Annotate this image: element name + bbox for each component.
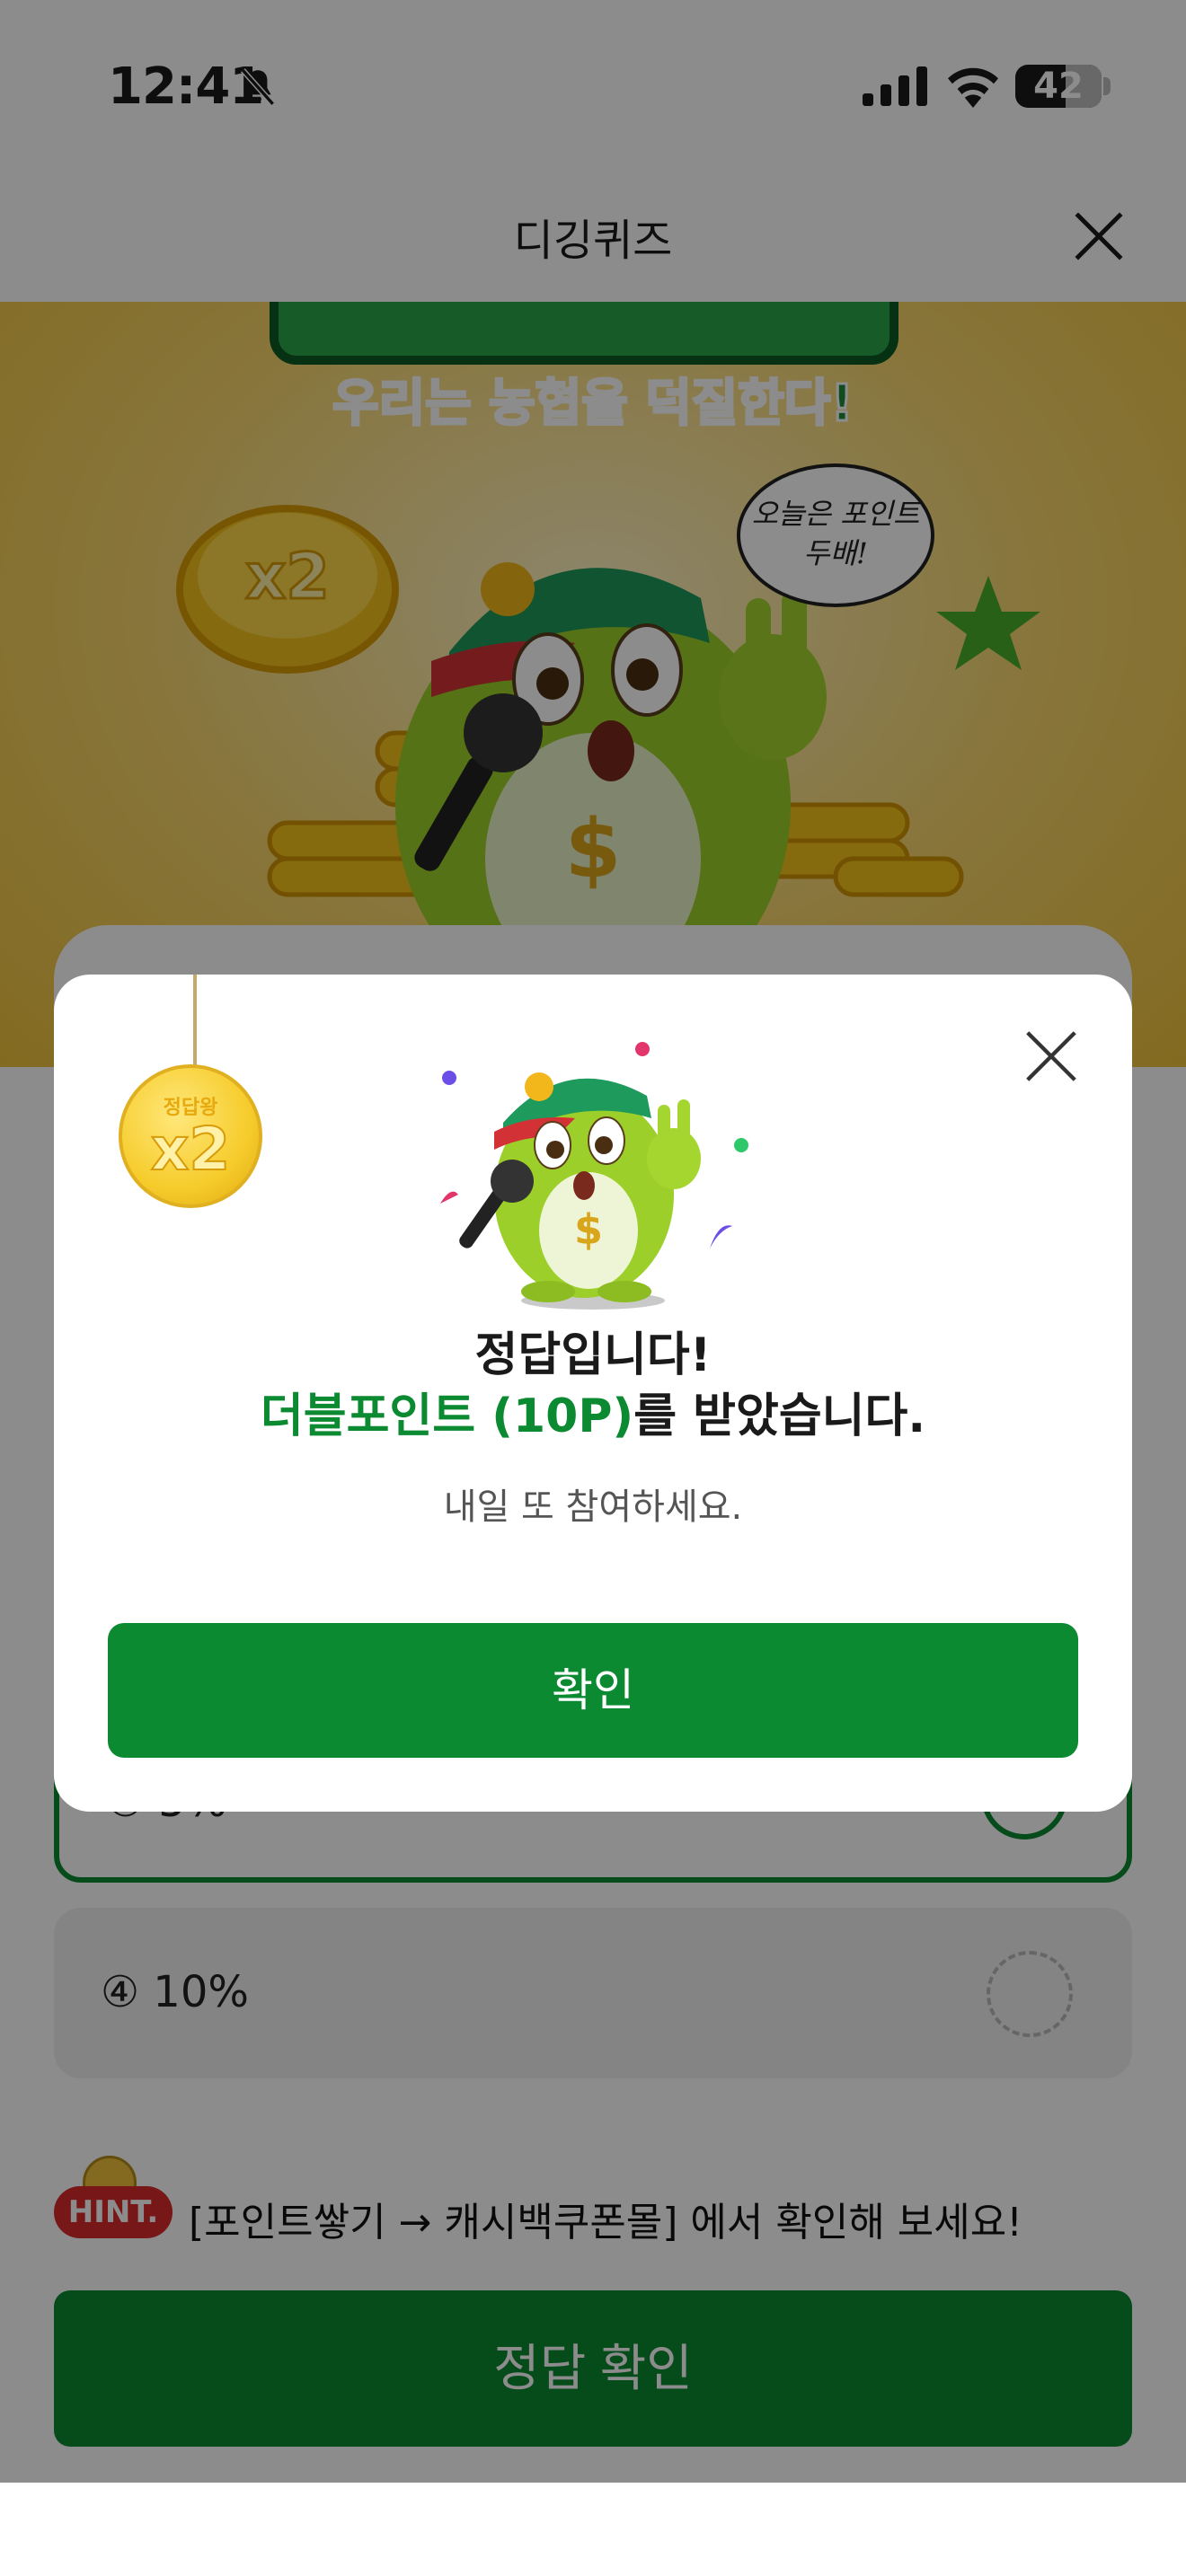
svg-text:$: $ bbox=[574, 1205, 603, 1254]
reward-amount: 더블포인트 (10P) bbox=[260, 1389, 634, 1443]
home-indicator-area bbox=[0, 2483, 1186, 2576]
modal-title-line1: 정답입니다! bbox=[474, 1328, 712, 1382]
medal-string bbox=[193, 975, 197, 1068]
medal-multiplier: x2 bbox=[150, 1114, 232, 1185]
result-modal: 정답왕 x2 $ 정답입니다! 더블포인트 (10P)를 받았습니다. 내일 또… bbox=[54, 975, 1132, 1812]
modal-title-line2: 더블포인트 (10P)를 받았습니다. bbox=[54, 1386, 1132, 1447]
close-icon[interactable] bbox=[1020, 1025, 1083, 1088]
modal-subtitle: 내일 또 참여하세요. bbox=[443, 1486, 743, 1528]
mascot-illustration: $ bbox=[440, 1042, 748, 1310]
modal-title: 정답입니다! 더블포인트 (10P)를 받았습니다. bbox=[54, 1325, 1132, 1447]
confirm-button[interactable]: 확인 bbox=[108, 1623, 1078, 1758]
double-point-medal: 정답왕 x2 bbox=[119, 1064, 262, 1208]
modal-title-suffix: 를 받았습니다. bbox=[633, 1389, 926, 1443]
